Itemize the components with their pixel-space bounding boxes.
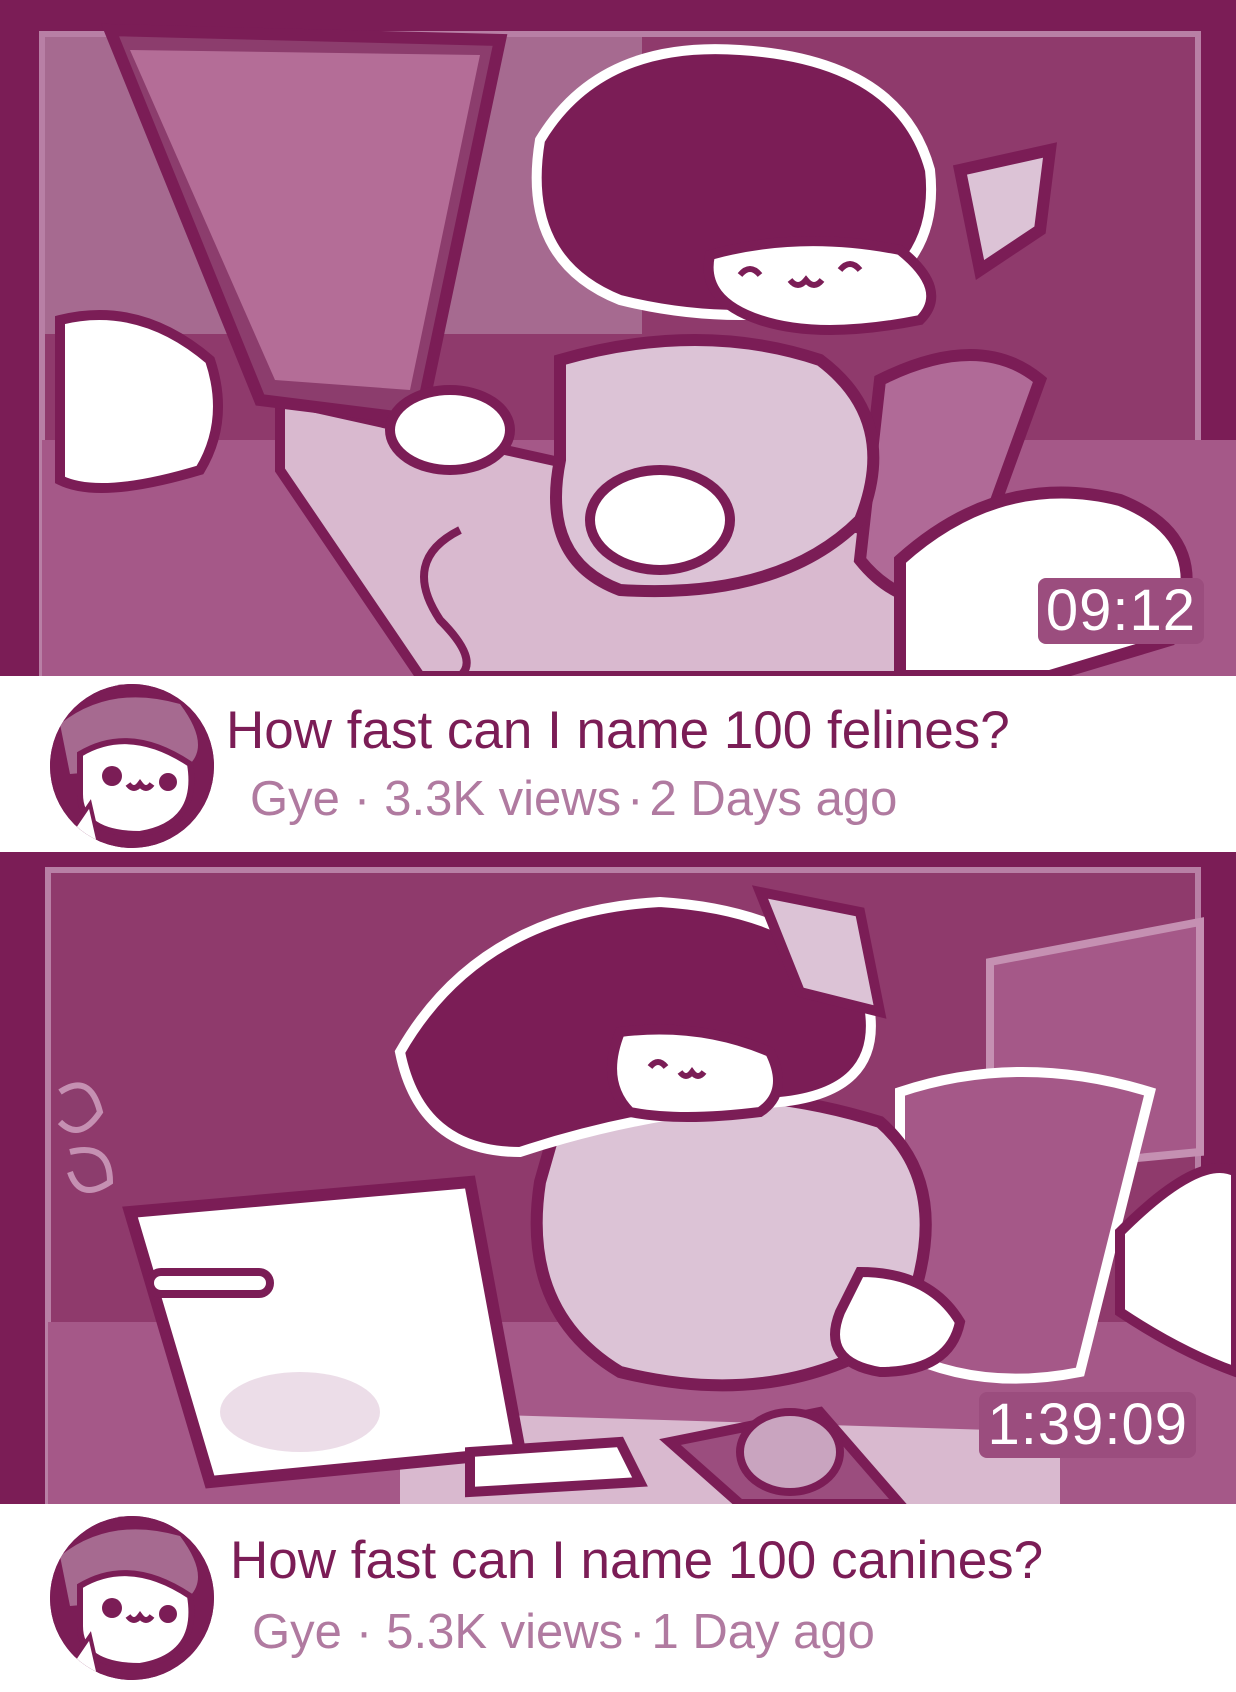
channel-name[interactable]: Gye [252,1604,342,1660]
video-meta: Gye · 5.3K views · 1 Day ago [252,1604,875,1660]
video-duration-badge: 1:39:09 [979,1392,1196,1458]
meta-separator: · [355,1605,373,1659]
video-meta: Gye · 3.3K views · 2 Days ago [250,771,897,827]
cat-at-computer-illustration [0,0,1236,676]
video-title[interactable]: How fast can I name 100 felines? [226,700,1010,761]
video-card-2[interactable]: 1:39:09 How fast can I name 100 canines?… [0,852,1236,1692]
channel-avatar[interactable] [50,1516,214,1680]
video-card-1[interactable]: 09:12 How fast can I name 100 felines? G… [0,0,1236,852]
channel-avatar[interactable] [50,684,214,848]
view-count: 3.3K views [384,772,622,826]
video-thumbnail-1[interactable]: 09:12 [0,0,1236,676]
video-title[interactable]: How fast can I name 100 canines? [230,1530,1043,1591]
video-info-row: How fast can I name 100 canines? Gye · 5.3… [0,1504,1236,1692]
channel-name[interactable]: Gye [250,771,340,827]
video-info-row: How fast can I name 100 felines? Gye · 3.3… [0,676,1236,852]
meta-separator: · [629,1605,646,1659]
avatar-cat-face-icon [50,1516,214,1680]
video-thumbnail-2[interactable]: 1:39:09 [0,852,1236,1504]
view-count: 5.3K views [386,1605,624,1659]
avatar-cat-face-icon [50,684,214,848]
meta-separator: · [353,772,371,826]
meta-separator: · [627,772,644,826]
upload-age: 2 Days ago [649,772,898,826]
upload-age: 1 Day ago [651,1605,875,1659]
video-duration-badge: 09:12 [1037,578,1204,644]
